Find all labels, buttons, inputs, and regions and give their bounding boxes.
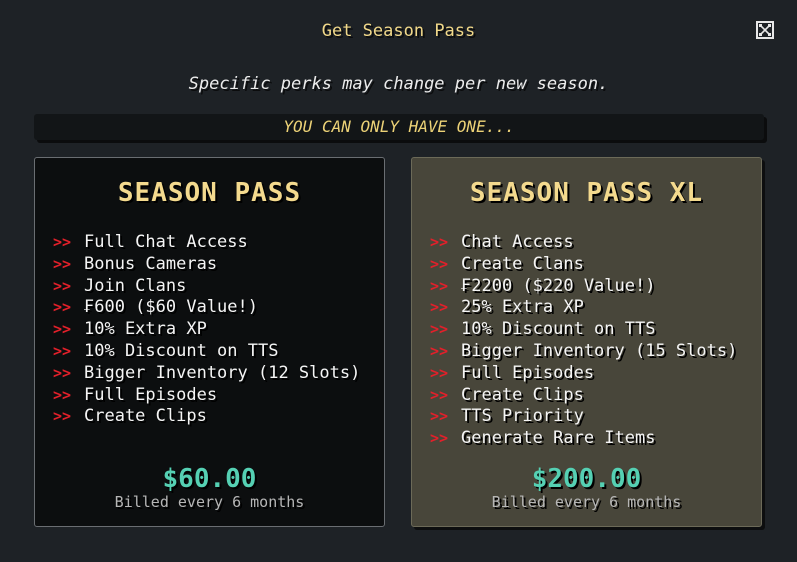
bullet-arrow-icon: >> (430, 407, 449, 426)
perk-label: Bigger Inventory (15 Slots) (461, 340, 738, 361)
perk-item: >> Bonus Cameras (53, 254, 360, 276)
perk-item: >> ₣2200 ($220 Value!) (430, 276, 737, 298)
bullet-arrow-icon: >> (430, 363, 449, 382)
perk-label: Create Clips (84, 406, 207, 427)
perk-label: Create Clans (461, 253, 584, 274)
bullet-arrow-icon: >> (53, 233, 72, 251)
perk-item: >> Chat Access (430, 232, 737, 254)
bullet-arrow-icon: >> (430, 429, 449, 448)
close-button[interactable] (756, 21, 774, 39)
perk-item: >> 25% Extra XP (430, 297, 737, 319)
perk-list: >> Full Chat Access >> Bonus Cameras >> Joi… (53, 232, 360, 428)
bullet-arrow-icon: >> (430, 341, 449, 360)
perk-item: >> Create Clans (430, 254, 737, 276)
perk-item: >> Full Chat Access (53, 232, 360, 254)
perk-label: Generate Rare Items (461, 428, 656, 449)
perk-label: Bigger Inventory (12 Slots) (84, 362, 361, 383)
bullet-arrow-icon: >> (430, 233, 449, 251)
banner-text: YOU CAN ONLY HAVE ONE... (283, 117, 515, 136)
perk-item: >> TTS Priority (430, 406, 737, 428)
perk-label: Join Clans (84, 275, 187, 296)
perk-label: Full Episodes (84, 384, 218, 405)
close-icon (758, 23, 772, 37)
plan-price: $60.00 (162, 464, 257, 494)
bullet-arrow-icon: >> (53, 407, 72, 426)
plan-title: SEASON PASS XL (469, 178, 704, 208)
perk-label: Full Episodes (461, 362, 595, 383)
bullet-arrow-icon: >> (53, 385, 72, 404)
only-one-banner: YOU CAN ONLY HAVE ONE... (34, 114, 764, 140)
bullet-arrow-icon: >> (430, 254, 449, 273)
perk-item: >> Bigger Inventory (12 Slots) (53, 363, 360, 385)
bullet-arrow-icon: >> (53, 276, 72, 295)
modal-subtitle: Specific perks may change per new season… (188, 74, 609, 94)
perk-item: >> Full Episodes (430, 363, 737, 385)
billing-period: Billed every 6 months (114, 493, 305, 511)
plan-price: $200.00 (531, 464, 642, 494)
perk-item: >> 10% Discount on TTS (430, 319, 737, 341)
perk-label: Full Chat Access (84, 232, 248, 252)
perk-item: >> Create Clips (430, 385, 737, 407)
bullet-arrow-icon: >> (53, 363, 72, 382)
perk-item: >> Bigger Inventory (15 Slots) (430, 341, 737, 363)
perk-label: ₣2200 ($220 Value!) (461, 275, 656, 296)
bullet-arrow-icon: >> (430, 385, 449, 404)
perk-label: Bonus Cameras (84, 253, 218, 274)
perk-item: >> Create Clips (53, 406, 360, 428)
perk-item: >> Join Clans (53, 276, 360, 298)
plan-title: SEASON PASS (117, 178, 302, 208)
bullet-arrow-icon: >> (430, 276, 449, 295)
perk-item: >> 10% Discount on TTS (53, 341, 360, 363)
perk-label: 10% Extra XP (84, 319, 207, 340)
bullet-arrow-icon: >> (430, 320, 449, 339)
perk-item: >> ₣600 ($60 Value!) (53, 297, 360, 319)
plan-card-season-pass-xl[interactable]: SEASON PASS XL >> Chat Access >> Create Cl… (411, 157, 762, 527)
bullet-arrow-icon: >> (53, 298, 72, 317)
perk-item: >> 10% Extra XP (53, 319, 360, 341)
bullet-arrow-icon: >> (53, 320, 72, 339)
modal-title: Get Season Pass (321, 21, 476, 41)
perk-item: >> Full Episodes (53, 385, 360, 407)
perk-label: Create Clips (461, 384, 584, 405)
bullet-arrow-icon: >> (53, 341, 72, 360)
perk-label: 10% Discount on TTS (461, 319, 656, 340)
perk-label: 10% Discount on TTS (84, 340, 279, 361)
season-pass-modal: Get Season Pass Specific perks may chang… (0, 0, 797, 562)
perk-list: >> Chat Access >> Create Clans >> ₣2200 ($2… (430, 232, 737, 450)
bullet-arrow-icon: >> (430, 298, 449, 317)
plan-card-season-pass[interactable]: SEASON PASS >> Full Chat Access >> Bonus C… (34, 157, 385, 527)
perk-label: TTS Priority (461, 406, 584, 427)
billing-period: Billed every 6 months (491, 493, 682, 511)
perk-label: ₣600 ($60 Value!) (84, 297, 258, 318)
perk-label: Chat Access (461, 232, 574, 252)
perk-label: 25% Extra XP (461, 297, 584, 318)
perk-item: >> Generate Rare Items (430, 428, 737, 450)
bullet-arrow-icon: >> (53, 254, 72, 273)
